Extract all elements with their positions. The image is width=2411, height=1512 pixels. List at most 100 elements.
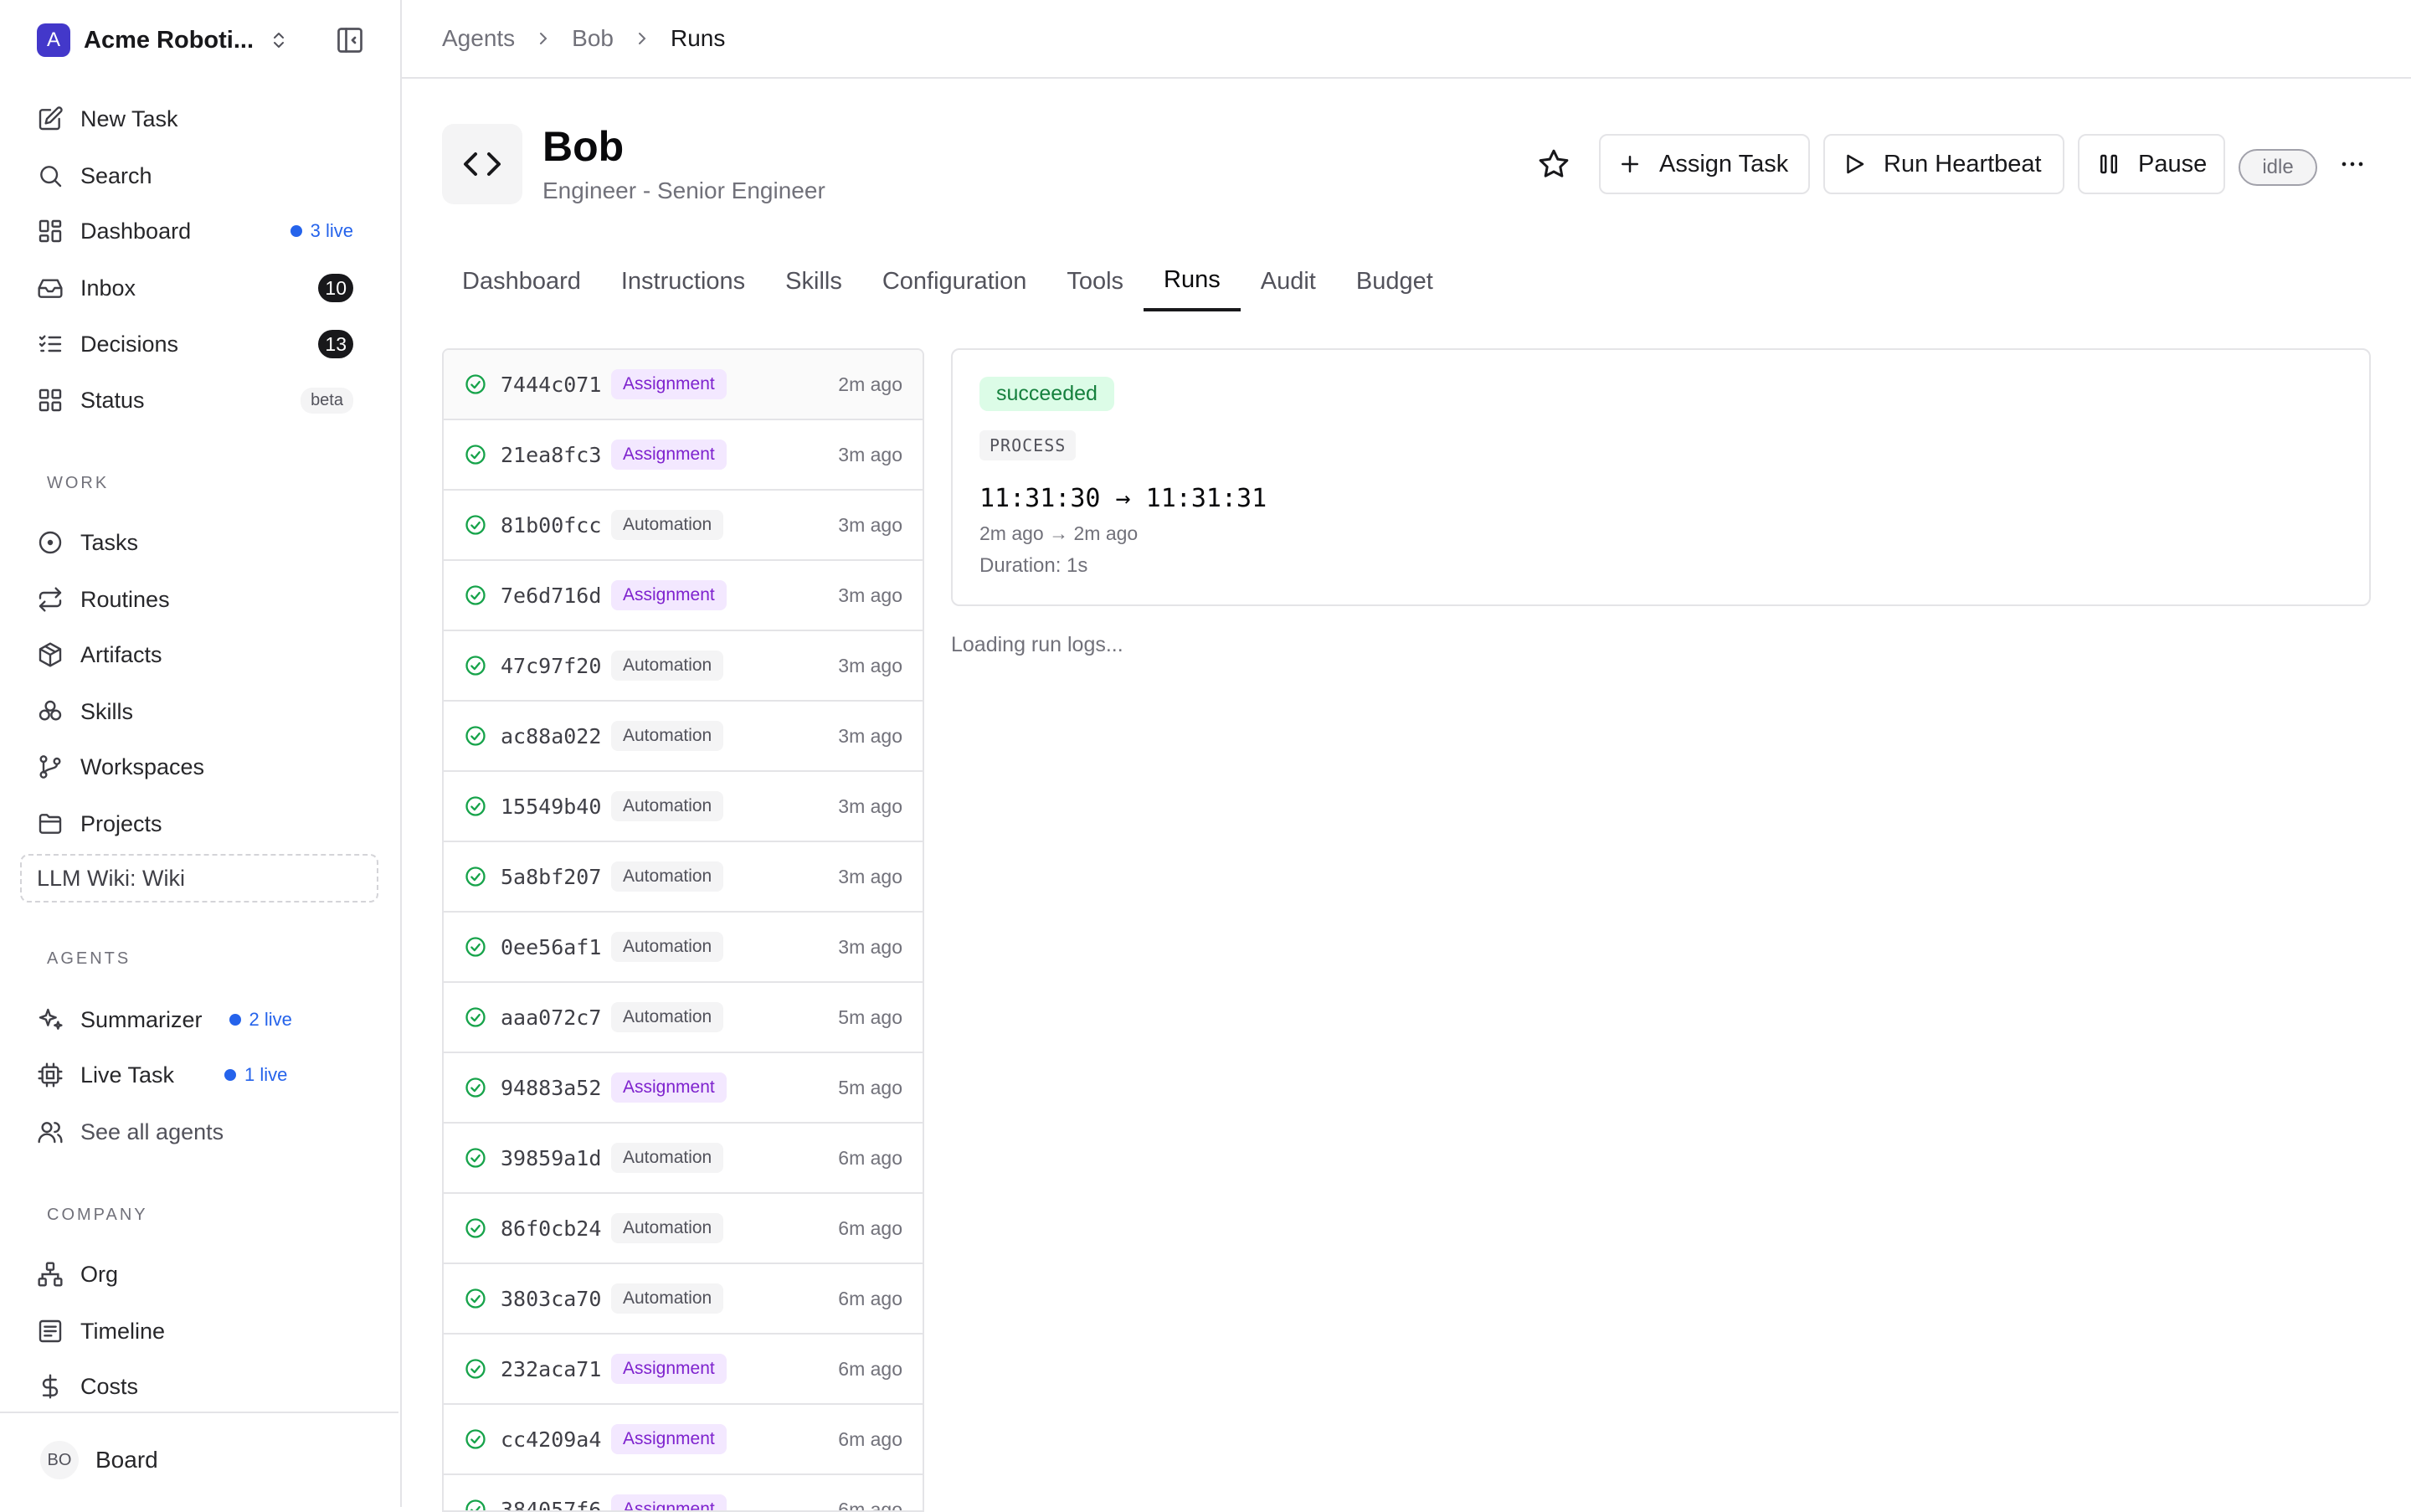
run-type-tag: Assignment: [611, 440, 727, 470]
run-type-tag: Automation: [611, 1213, 723, 1243]
run-type-tag: Automation: [611, 510, 723, 540]
check-circle-icon: [464, 1005, 487, 1029]
nav-label: Artifacts: [80, 642, 363, 668]
nav-timeline[interactable]: Timeline: [37, 1308, 363, 1355]
circle-dot-icon: [37, 529, 64, 556]
nav-tasks[interactable]: Tasks: [37, 519, 363, 566]
tab-skills[interactable]: Skills: [765, 251, 862, 311]
nav-routines[interactable]: Routines: [37, 576, 363, 623]
live-dot: [229, 1014, 241, 1026]
tab-tools[interactable]: Tools: [1046, 251, 1144, 311]
inbox-icon: [37, 275, 64, 301]
company-logo: A: [37, 23, 70, 57]
run-row[interactable]: 232aca71Assignment 6m ago: [444, 1335, 923, 1405]
tab-audit[interactable]: Audit: [1241, 251, 1336, 311]
tab-configuration[interactable]: Configuration: [862, 251, 1047, 311]
nav-status[interactable]: Status beta: [37, 377, 363, 424]
run-id: 232aca71: [501, 1357, 611, 1381]
check-circle-icon: [464, 584, 487, 607]
tab-instructions[interactable]: Instructions: [601, 251, 765, 311]
cpu-icon: [37, 1062, 64, 1088]
nav-skills[interactable]: Skills: [37, 688, 363, 735]
run-type-tag: Assignment: [611, 1494, 727, 1512]
run-row[interactable]: 47c97f20Automation3m ago: [444, 631, 923, 702]
check-circle-icon: [464, 1146, 487, 1170]
list-check-icon: [37, 331, 64, 357]
run-row[interactable]: 7444c071Assignment2m ago: [444, 350, 923, 420]
assign-task-button[interactable]: Assign Task: [1599, 134, 1810, 194]
star-icon[interactable]: [1537, 147, 1570, 181]
run-row[interactable]: 21ea8fc3Assignment3m ago: [444, 420, 923, 491]
wiki-link[interactable]: LLM Wiki: Wiki: [20, 854, 378, 903]
nav-new-task[interactable]: New Task: [37, 95, 363, 142]
run-row[interactable]: 94883a52Assignment5m ago: [444, 1053, 923, 1124]
run-row[interactable]: 15549b40Automation3m ago: [444, 772, 923, 842]
run-row[interactable]: 5a8bf207Automation3m ago: [444, 842, 923, 913]
run-time: 5m ago: [838, 1077, 902, 1099]
run-time: 6m ago: [838, 1358, 902, 1381]
dollar-icon: [37, 1373, 64, 1400]
nav-label: Org: [80, 1262, 363, 1288]
run-detail-card: succeeded PROCESS 11:31:30 → 11:31:31 2m…: [951, 348, 2371, 606]
run-time: 6m ago: [838, 1147, 902, 1170]
nav-see-all-agents[interactable]: See all agents: [37, 1108, 363, 1155]
nav-projects[interactable]: Projects: [37, 800, 363, 847]
run-row[interactable]: 86f0cb24Automation6m ago: [444, 1194, 923, 1264]
run-row[interactable]: aaa072c7Automation5m ago: [444, 983, 923, 1053]
nav-inbox[interactable]: Inbox 10: [37, 265, 363, 311]
company-switcher[interactable]: A Acme Roboti...: [37, 22, 355, 59]
run-row[interactable]: 7e6d716dAssignment3m ago: [444, 561, 923, 631]
breadcrumb-agents[interactable]: Agents: [442, 25, 515, 52]
board-account[interactable]: BO Board: [0, 1412, 398, 1507]
collapse-sidebar-icon[interactable]: [335, 25, 365, 55]
folder-icon: [37, 810, 64, 837]
run-time: 6m ago: [838, 1499, 902, 1512]
run-row[interactable]: 3803ca70Automation6m ago: [444, 1264, 923, 1335]
run-row[interactable]: 0ee56af1Automation3m ago: [444, 913, 923, 983]
nav-agent-live-task[interactable]: Live Task 1 live: [37, 1052, 363, 1098]
more-icon[interactable]: [2336, 147, 2369, 181]
run-id: 21ea8fc3: [501, 443, 611, 467]
chevron-right-icon: [632, 28, 652, 49]
nav-workspaces[interactable]: Workspaces: [37, 743, 363, 790]
nav-label: Skills: [80, 699, 363, 725]
nav-dashboard[interactable]: Dashboard 3 live: [37, 208, 363, 255]
nav-org[interactable]: Org: [37, 1251, 363, 1298]
check-circle-icon: [464, 1427, 487, 1451]
run-row[interactable]: 39859a1dAutomation6m ago: [444, 1124, 923, 1194]
pause-button[interactable]: Pause: [2078, 134, 2225, 194]
check-circle-icon: [464, 724, 487, 748]
run-id: 7444c071: [501, 373, 611, 397]
nav-artifacts[interactable]: Artifacts: [37, 631, 363, 678]
run-row[interactable]: cc4209a4Assignment6m ago: [444, 1405, 923, 1475]
tab-budget[interactable]: Budget: [1336, 251, 1453, 311]
check-circle-icon: [464, 1498, 487, 1512]
run-type-tag: Assignment: [611, 1072, 727, 1103]
run-time: 3m ago: [838, 584, 902, 607]
nav-decisions[interactable]: Decisions 13: [37, 321, 363, 368]
code-icon: [442, 124, 522, 204]
tab-bar: DashboardInstructionsSkillsConfiguration…: [442, 251, 1453, 311]
nav-search[interactable]: Search: [37, 152, 363, 199]
breadcrumb: Agents Bob Runs: [402, 0, 2411, 79]
run-kind-badge: PROCESS: [979, 430, 1076, 460]
tab-dashboard[interactable]: Dashboard: [442, 251, 601, 311]
live-count: 1 live: [244, 1064, 287, 1086]
tab-runs[interactable]: Runs: [1144, 251, 1241, 311]
run-row[interactable]: 81b00fccAutomation3m ago: [444, 491, 923, 561]
run-type-tag: Assignment: [611, 1354, 727, 1384]
breadcrumb-bob[interactable]: Bob: [572, 25, 614, 52]
run-time: 3m ago: [838, 514, 902, 537]
live-indicator: 3 live: [290, 220, 353, 242]
loading-logs-text: Loading run logs...: [951, 633, 1123, 657]
board-label: Board: [95, 1447, 158, 1473]
nav-label: Inbox: [80, 275, 318, 301]
run-type-tag: Assignment: [611, 369, 727, 399]
nav-agent-summarizer[interactable]: Summarizer 2 live: [37, 996, 363, 1043]
run-row[interactable]: ac88a022Automation3m ago: [444, 702, 923, 772]
run-heartbeat-button[interactable]: Run Heartbeat: [1823, 134, 2064, 194]
run-row[interactable]: 384057f6Assignment6m ago: [444, 1475, 923, 1512]
nav-costs[interactable]: Costs: [37, 1363, 363, 1410]
nav-label: Timeline: [80, 1319, 363, 1345]
status-badge: idle: [2239, 149, 2317, 186]
